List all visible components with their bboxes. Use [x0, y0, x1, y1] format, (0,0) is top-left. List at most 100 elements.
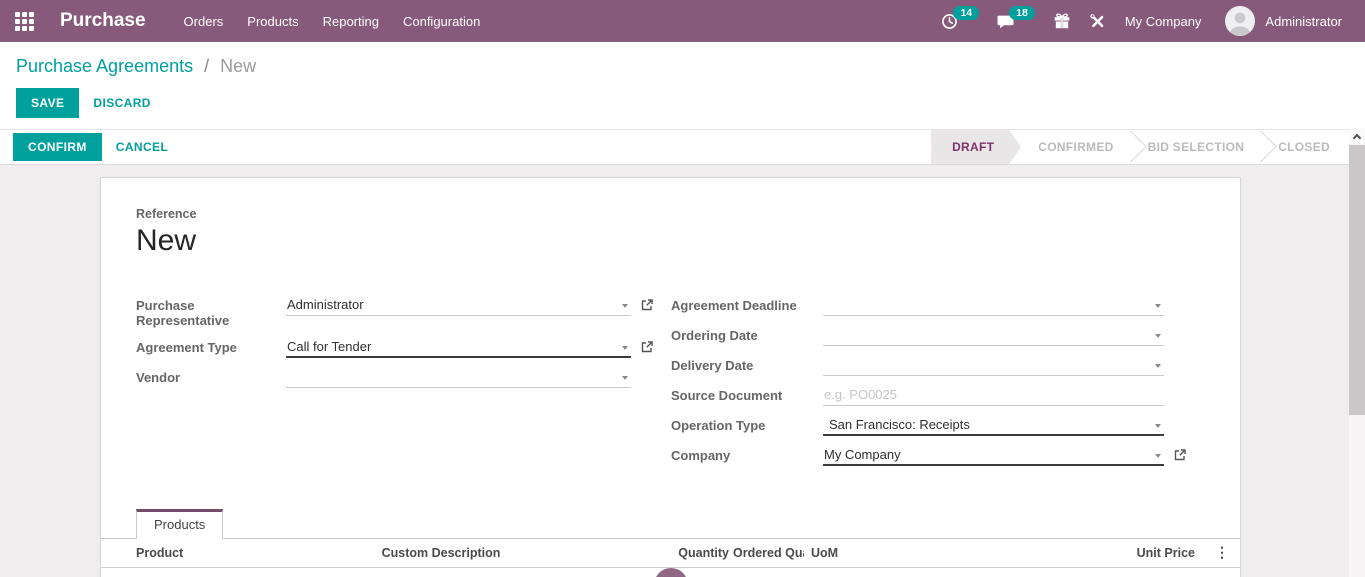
- scroll-up-button[interactable]: [1349, 128, 1365, 144]
- column-quantity[interactable]: Quantity: [591, 546, 729, 560]
- external-link-icon[interactable]: [640, 298, 654, 312]
- wrench-screwdriver-icon: [1089, 13, 1106, 30]
- field-company: Company: [671, 446, 1227, 466]
- status-closed-label: CLOSED: [1278, 140, 1330, 154]
- notebook-tabs: Products: [101, 509, 1240, 538]
- status-closed[interactable]: CLOSED: [1261, 130, 1347, 164]
- delivery-date-label: Delivery Date: [671, 356, 823, 373]
- company-label: Company: [671, 446, 823, 463]
- form-view-background: Reference New Purchase Representative: [0, 165, 1365, 577]
- form-toolbar: CONFIRM CANCEL DRAFT CONFIRMED BID SELEC…: [0, 130, 1349, 165]
- agreement-type-label: Agreement Type: [136, 338, 286, 355]
- column-unit-price[interactable]: Unit Price: [873, 546, 1195, 560]
- operation-type-label: Operation Type: [671, 416, 823, 433]
- purchase-app-window: Purchase Orders Products Reporting Confi…: [0, 0, 1365, 577]
- menu-configuration[interactable]: Configuration: [391, 2, 492, 41]
- optional-columns-icon[interactable]: ⋮: [1195, 544, 1237, 561]
- chevron-down-icon[interactable]: [622, 376, 628, 380]
- breadcrumb-parent-link[interactable]: Purchase Agreements: [16, 56, 193, 76]
- main-menu: Orders Products Reporting Configuration: [172, 2, 493, 41]
- vendor-input[interactable]: [286, 368, 631, 388]
- person-icon: [1225, 6, 1255, 36]
- confirm-button[interactable]: CONFIRM: [13, 133, 102, 161]
- column-custom-description[interactable]: Custom Description: [291, 546, 591, 560]
- company-switcher[interactable]: My Company: [1125, 14, 1202, 29]
- control-panel: Purchase Agreements / New SAVE DISCARD: [0, 42, 1365, 130]
- breadcrumb: Purchase Agreements / New: [0, 42, 1365, 79]
- status-confirmed-label: CONFIRMED: [1038, 140, 1113, 154]
- activities-badge: 14: [953, 6, 979, 21]
- company-input[interactable]: [823, 446, 1164, 466]
- status-bid-selection[interactable]: BID SELECTION: [1131, 130, 1262, 164]
- user-name: Administrator: [1265, 14, 1342, 29]
- source-document-label: Source Document: [671, 386, 823, 403]
- column-ordered-quantity[interactable]: Ordered Qua...: [733, 546, 804, 560]
- chevron-down-icon[interactable]: [622, 304, 628, 308]
- field-operation-type: Operation Type: [671, 416, 1227, 436]
- field-purchase-representative: Purchase Representative: [136, 296, 671, 328]
- breadcrumb-separator: /: [204, 56, 209, 76]
- form-sheet: Reference New Purchase Representative: [100, 177, 1241, 577]
- chevron-down-icon[interactable]: [622, 346, 628, 350]
- field-vendor: Vendor: [136, 368, 671, 388]
- status-draft[interactable]: DRAFT: [931, 130, 1021, 164]
- save-discard-row: SAVE DISCARD: [0, 79, 1365, 129]
- chevron-down-icon[interactable]: [1155, 424, 1161, 428]
- user-menu[interactable]: Administrator: [1225, 6, 1352, 36]
- column-product[interactable]: Product: [136, 546, 291, 560]
- vertical-scrollbar[interactable]: [1349, 128, 1365, 577]
- agreement-deadline-input[interactable]: [823, 296, 1164, 316]
- external-link-icon[interactable]: [640, 340, 654, 354]
- reference-value: New: [136, 224, 1205, 259]
- chevron-up-icon: [1353, 133, 1361, 141]
- column-uom[interactable]: UoM: [811, 546, 873, 560]
- external-link-icon[interactable]: [1173, 448, 1187, 462]
- apps-menu-button[interactable]: [13, 6, 42, 37]
- save-button[interactable]: SAVE: [16, 88, 79, 118]
- scrollbar-thumb[interactable]: [1349, 145, 1365, 415]
- agreement-type-input[interactable]: [286, 338, 631, 358]
- field-agreement-deadline: Agreement Deadline: [671, 296, 1227, 316]
- gift-icon: [1053, 12, 1071, 30]
- menu-orders[interactable]: Orders: [172, 2, 236, 41]
- agreement-deadline-label: Agreement Deadline: [671, 296, 823, 313]
- discard-button[interactable]: DISCARD: [79, 88, 164, 118]
- source-document-input[interactable]: [823, 386, 1164, 406]
- breadcrumb-current: New: [220, 56, 256, 76]
- chevron-down-icon[interactable]: [1155, 454, 1161, 458]
- ordering-date-label: Ordering Date: [671, 326, 823, 343]
- delivery-date-input[interactable]: [823, 356, 1164, 376]
- messages-button[interactable]: 18: [988, 7, 1044, 36]
- chevron-down-icon[interactable]: [1155, 304, 1161, 308]
- field-ordering-date: Ordering Date: [671, 326, 1227, 346]
- status-draft-label: DRAFT: [952, 140, 994, 154]
- purchase-representative-label: Purchase Representative: [136, 296, 286, 328]
- field-agreement-type: Agreement Type: [136, 338, 671, 358]
- activities-button[interactable]: 14: [932, 7, 988, 36]
- vendor-label: Vendor: [136, 368, 286, 385]
- cancel-button[interactable]: CANCEL: [102, 132, 182, 162]
- reference-label: Reference: [136, 207, 1205, 221]
- floating-avatar-circle: [654, 568, 688, 577]
- tools-button[interactable]: [1080, 7, 1115, 36]
- gift-button[interactable]: [1044, 6, 1080, 36]
- ordering-date-input[interactable]: [823, 326, 1164, 346]
- top-navbar: Purchase Orders Products Reporting Confi…: [0, 0, 1365, 42]
- menu-reporting[interactable]: Reporting: [311, 2, 391, 41]
- messages-badge: 18: [1009, 6, 1035, 21]
- tab-products[interactable]: Products: [136, 509, 223, 539]
- operation-type-input[interactable]: [823, 416, 1164, 436]
- menu-products[interactable]: Products: [235, 2, 310, 41]
- status-bid-selection-label: BID SELECTION: [1148, 140, 1245, 154]
- purchase-representative-input[interactable]: [286, 296, 631, 316]
- app-name[interactable]: Purchase: [60, 10, 146, 32]
- user-avatar: [1225, 6, 1255, 36]
- field-source-document: Source Document: [671, 386, 1227, 406]
- chevron-down-icon[interactable]: [1155, 364, 1161, 368]
- field-grid: Purchase Representative Agreement Type: [136, 296, 1240, 476]
- statusbar: DRAFT CONFIRMED BID SELECTION CLOSED: [931, 130, 1347, 164]
- chevron-down-icon[interactable]: [1155, 334, 1161, 338]
- apps-grid-icon: [15, 12, 34, 31]
- field-delivery-date: Delivery Date: [671, 356, 1227, 376]
- product-lines-header: Product Custom Description Quantity Orde…: [101, 538, 1240, 568]
